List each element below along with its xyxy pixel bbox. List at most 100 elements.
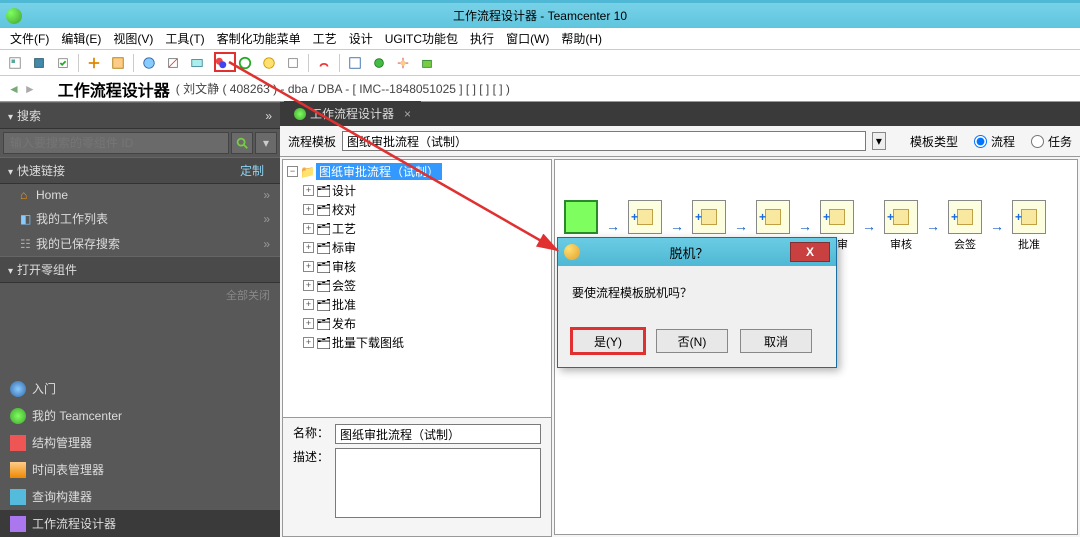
tree-item-7[interactable]: +🗂发布: [285, 314, 549, 333]
tree-expander-icon[interactable]: +: [303, 318, 314, 329]
toolbar-btn-15[interactable]: [368, 52, 390, 74]
toolbar-offline-button[interactable]: [210, 52, 232, 74]
toolbar-btn-13[interactable]: [313, 52, 335, 74]
dialog-no-button[interactable]: 否(N): [656, 329, 728, 353]
nav-schedule-manager[interactable]: 时间表管理器: [0, 456, 280, 483]
search-section-header[interactable]: ▾搜索 »: [0, 102, 280, 129]
tree-expander-icon[interactable]: +: [303, 185, 314, 196]
search-collapse-icon[interactable]: »: [265, 109, 272, 123]
radio-task-input[interactable]: [1031, 135, 1044, 148]
search-dropdown[interactable]: ▾: [255, 132, 277, 154]
dialog-yes-button[interactable]: 是(Y): [572, 329, 644, 353]
tree-expander-icon[interactable]: +: [303, 280, 314, 291]
tree-item-8[interactable]: +🗂批量下载图纸: [285, 333, 549, 352]
folder-icon: 📁: [300, 165, 314, 179]
quicklink-home[interactable]: ⌂Home»: [0, 184, 280, 206]
tree-item-label: 会签: [332, 277, 356, 294]
close-all-link[interactable]: 全部关闭: [0, 283, 280, 307]
menu-design[interactable]: 设计: [343, 28, 379, 49]
toolbar-btn-3[interactable]: [52, 52, 74, 74]
main-area: ▾搜索 » ▾ ▾快速链接 定制 ⌂Home» ◧我的工作列表» ☷ 我的已保存搜…: [0, 102, 1080, 537]
tree-expander-icon[interactable]: +: [303, 242, 314, 253]
menu-ugitc[interactable]: UGITC功能包: [379, 28, 464, 49]
quicklink-savedsearch[interactable]: ☷我的已保存搜索»: [0, 231, 280, 256]
toolbar-btn-10[interactable]: [234, 52, 256, 74]
flow-node-审核[interactable]: +审核: [881, 200, 921, 252]
radio-process[interactable]: 流程: [974, 133, 1015, 150]
toolbar-btn-11[interactable]: [258, 52, 280, 74]
toolbar-btn-17[interactable]: [416, 52, 438, 74]
toolbar-btn-7[interactable]: [162, 52, 184, 74]
nav-back-icon[interactable]: ◄: [8, 82, 20, 96]
template-name-input[interactable]: [342, 131, 866, 151]
task-icon: 🗂: [316, 298, 330, 312]
filter-dropdown-icon[interactable]: ▾: [872, 132, 886, 150]
tree-expander-icon[interactable]: +: [303, 261, 314, 272]
dialog-cancel-button[interactable]: 取消: [740, 329, 812, 353]
prop-desc-input[interactable]: [335, 448, 541, 518]
menu-tools[interactable]: 工具(T): [159, 28, 210, 49]
menu-help[interactable]: 帮助(H): [555, 28, 608, 49]
tab-icon: [294, 108, 306, 120]
dialog-titlebar[interactable]: 脱机？ X: [558, 238, 836, 266]
prop-name-input[interactable]: [335, 424, 541, 444]
tree-item-label: 审核: [332, 258, 356, 275]
dialog-close-button[interactable]: X: [790, 242, 830, 262]
tab-workflow-designer[interactable]: 工作流程设计器 ×: [284, 101, 421, 126]
menu-view[interactable]: 视图(V): [107, 28, 159, 49]
tree-item-6[interactable]: +🗂批准: [285, 295, 549, 314]
tree-item-2[interactable]: +🗂工艺: [285, 219, 549, 238]
flow-node-批准[interactable]: +批准: [1009, 200, 1049, 252]
tree-item-0[interactable]: +🗂设计: [285, 181, 549, 200]
nav-my-teamcenter[interactable]: 我的 Teamcenter: [0, 402, 280, 429]
toolbar-btn-8[interactable]: [186, 52, 208, 74]
toolbar-btn-16[interactable]: [392, 52, 414, 74]
menu-custom[interactable]: 客制化功能菜单: [211, 28, 307, 49]
nav-workflow-designer[interactable]: 工作流程设计器: [0, 510, 280, 537]
tab-close-icon[interactable]: ×: [404, 107, 411, 121]
flow-node-会签[interactable]: +会签: [945, 200, 985, 252]
tree-item-1[interactable]: +🗂校对: [285, 200, 549, 219]
tree-root[interactable]: − 📁 图纸审批流程（试制）: [285, 162, 549, 181]
search-input[interactable]: [3, 132, 229, 154]
tree-item-3[interactable]: +🗂标审: [285, 238, 549, 257]
radio-task[interactable]: 任务: [1031, 133, 1072, 150]
toolbar-btn-2[interactable]: [28, 52, 50, 74]
menu-file[interactable]: 文件(F): [4, 28, 55, 49]
nav-structure-manager[interactable]: 结构管理器: [0, 429, 280, 456]
tree-expander-icon[interactable]: +: [303, 337, 314, 348]
search-button[interactable]: [231, 132, 253, 154]
tree-expander-icon[interactable]: −: [287, 166, 298, 177]
toolbar-btn-14[interactable]: [344, 52, 366, 74]
menu-window[interactable]: 窗口(W): [500, 28, 555, 49]
radio-process-input[interactable]: [974, 135, 987, 148]
nav-getting-started[interactable]: 入门: [0, 375, 280, 402]
nav-label-3: 时间表管理器: [32, 461, 104, 478]
nav-label-4: 查询构建器: [32, 488, 92, 505]
opencomp-header[interactable]: ▾打开零组件: [0, 256, 280, 283]
toolbar-btn-6[interactable]: [138, 52, 160, 74]
nav-fwd-icon[interactable]: ►: [24, 82, 36, 96]
menu-process[interactable]: 工艺: [307, 28, 343, 49]
tree-item-4[interactable]: +🗂审核: [285, 257, 549, 276]
savedsearch-icon: ☷: [20, 237, 32, 249]
toolbar-btn-5[interactable]: [107, 52, 129, 74]
customize-link[interactable]: 定制: [240, 162, 272, 179]
menu-edit[interactable]: 编辑(E): [55, 28, 107, 49]
quicklink-worklist[interactable]: ◧我的工作列表»: [0, 206, 280, 231]
page-title: 工作流程设计器: [58, 77, 170, 101]
nav-query-builder[interactable]: 查询构建器: [0, 483, 280, 510]
tree-root-label: 图纸审批流程（试制）: [316, 163, 442, 180]
toolbar-btn-12[interactable]: [282, 52, 304, 74]
menu-execute[interactable]: 执行: [464, 28, 500, 49]
tree-expander-icon[interactable]: +: [303, 299, 314, 310]
toolbar-btn-1[interactable]: [4, 52, 26, 74]
prop-name-label: 名称：: [293, 424, 329, 441]
quicklinks-header[interactable]: ▾快速链接 定制: [0, 157, 280, 184]
tree-item-5[interactable]: +🗂会签: [285, 276, 549, 295]
quicklink-savedsearch-label: 我的已保存搜索: [36, 237, 120, 251]
properties-panel: 名称： 描述：: [282, 417, 552, 537]
tree-expander-icon[interactable]: +: [303, 223, 314, 234]
tree-expander-icon[interactable]: +: [303, 204, 314, 215]
toolbar-btn-4[interactable]: [83, 52, 105, 74]
